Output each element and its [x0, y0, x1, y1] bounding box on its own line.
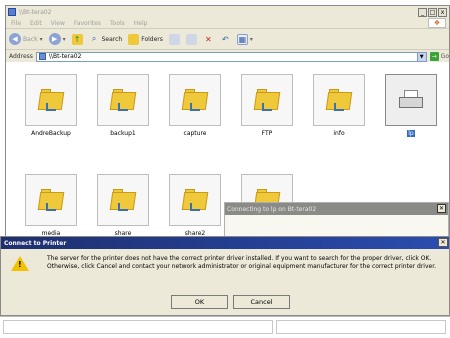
title-bar: \\Bt-tera02 _ □ x: [6, 6, 449, 18]
menu-tools[interactable]: Tools: [110, 20, 125, 27]
item-label: AndreBackup: [31, 130, 71, 137]
network-folder-icon: [8, 8, 16, 16]
go-button[interactable]: → Go: [429, 52, 449, 61]
shared-folder-icon: [109, 89, 137, 111]
menu-bar: File Edit View Favorites Tools Help ❖: [6, 18, 449, 28]
address-label: Address: [9, 53, 33, 60]
shared-folder-icon: [325, 89, 353, 111]
icon-frame: [25, 74, 77, 126]
shared-folder-icon: [37, 189, 65, 211]
share-item[interactable]: backup1: [96, 74, 150, 140]
item-label: FTP: [261, 130, 273, 137]
chevron-down-icon[interactable]: ▼: [416, 52, 426, 61]
windows-logo-icon: ❖: [428, 18, 446, 28]
delete-icon[interactable]: ✕: [203, 34, 214, 45]
back-button[interactable]: ◀ Back ▾: [9, 33, 43, 45]
address-input[interactable]: \\Bt-tera02 ▼: [35, 51, 427, 62]
icon-frame: [25, 174, 77, 226]
share-item[interactable]: share2: [168, 174, 222, 240]
printer-item[interactable]: lp: [384, 74, 438, 140]
dialog-title: Connect to Printer: [4, 239, 67, 247]
close-icon[interactable]: ✕: [438, 238, 448, 247]
address-value: \\Bt-tera02: [48, 53, 82, 60]
forward-arrow-icon: ▶: [48, 33, 61, 45]
share-item[interactable]: FTP: [240, 74, 294, 140]
shared-folder-icon: [37, 89, 65, 111]
close-icon[interactable]: ✕: [437, 204, 446, 213]
folders-button[interactable]: Folders: [128, 33, 163, 45]
menu-favorites[interactable]: Favorites: [74, 20, 101, 27]
views-icon: ▦: [236, 33, 248, 45]
icon-frame: [241, 74, 293, 126]
item-label: capture: [183, 130, 207, 137]
menu-help[interactable]: Help: [134, 20, 148, 27]
back-arrow-icon: ◀: [9, 33, 21, 45]
cancel-button[interactable]: Cancel: [233, 295, 290, 309]
up-folder-icon[interactable]: ↑: [71, 33, 83, 45]
share-item[interactable]: media: [24, 174, 78, 240]
folders-icon: [128, 33, 140, 45]
network-folder-icon: [38, 53, 46, 60]
search-label: Search: [101, 35, 123, 43]
go-arrow-icon: →: [429, 52, 439, 61]
chevron-down-icon: ▾: [249, 35, 253, 43]
forward-button[interactable]: ▶ ▾: [48, 33, 66, 45]
share-item[interactable]: info: [312, 74, 366, 140]
views-button[interactable]: ▦ ▾: [236, 33, 253, 45]
shared-folder-icon: [109, 189, 137, 211]
copy-to-icon[interactable]: [185, 33, 197, 45]
toolbar: ◀ Back ▾ ▶ ▾ ↑ ⌕ Search Folders ✕ ↶ ▦ ▾: [6, 28, 449, 50]
share-item[interactable]: capture: [168, 74, 222, 140]
item-label: info: [333, 130, 345, 137]
icon-frame: [385, 74, 437, 126]
share-item[interactable]: share: [96, 174, 150, 240]
shared-folder-icon: [253, 89, 281, 111]
warning-exclamation: !: [18, 260, 22, 269]
menu-view[interactable]: View: [51, 20, 65, 27]
close-button[interactable]: x: [438, 7, 447, 17]
menu-edit[interactable]: Edit: [30, 20, 42, 27]
printer-icon: [399, 90, 423, 110]
search-icon: ⌕: [91, 34, 97, 43]
ok-button[interactable]: OK: [171, 295, 228, 309]
share-item[interactable]: AndreBackup: [24, 74, 78, 140]
icon-frame: [97, 74, 149, 126]
undo-icon[interactable]: ↶: [220, 34, 231, 45]
status-cell: [3, 320, 273, 334]
minimize-button[interactable]: _: [418, 7, 427, 17]
dialog-message: The server for the printer does not have…: [47, 255, 437, 270]
connect-to-printer-dialog: Connect to Printer ✕ ! The server for th…: [0, 236, 450, 316]
icon-frame: [97, 174, 149, 226]
move-to-icon[interactable]: [168, 33, 180, 45]
status-bar: [0, 316, 450, 338]
chevron-down-icon: ▾: [62, 35, 66, 43]
folders-label: Folders: [141, 35, 163, 43]
window-title: \\Bt-tera02: [19, 8, 52, 16]
connecting-dialog-title: Connecting to lp on Bt-tera02: [225, 203, 448, 215]
item-label: backup1: [110, 130, 136, 137]
status-cell: [276, 320, 446, 334]
icon-frame: [313, 74, 365, 126]
maximize-button[interactable]: □: [428, 7, 437, 17]
back-label: Back: [23, 35, 38, 43]
menu-file[interactable]: File: [11, 20, 21, 27]
icon-frame: [169, 174, 221, 226]
chevron-down-icon: ▾: [39, 35, 43, 43]
shared-folder-icon: [181, 189, 209, 211]
item-label: lp: [407, 130, 415, 137]
dialog-title-bar: Connect to Printer ✕: [1, 237, 449, 249]
icon-frame: [169, 74, 221, 126]
go-label: Go: [440, 53, 449, 60]
shared-folder-icon: [181, 89, 209, 111]
search-button[interactable]: ⌕ Search: [89, 34, 123, 45]
